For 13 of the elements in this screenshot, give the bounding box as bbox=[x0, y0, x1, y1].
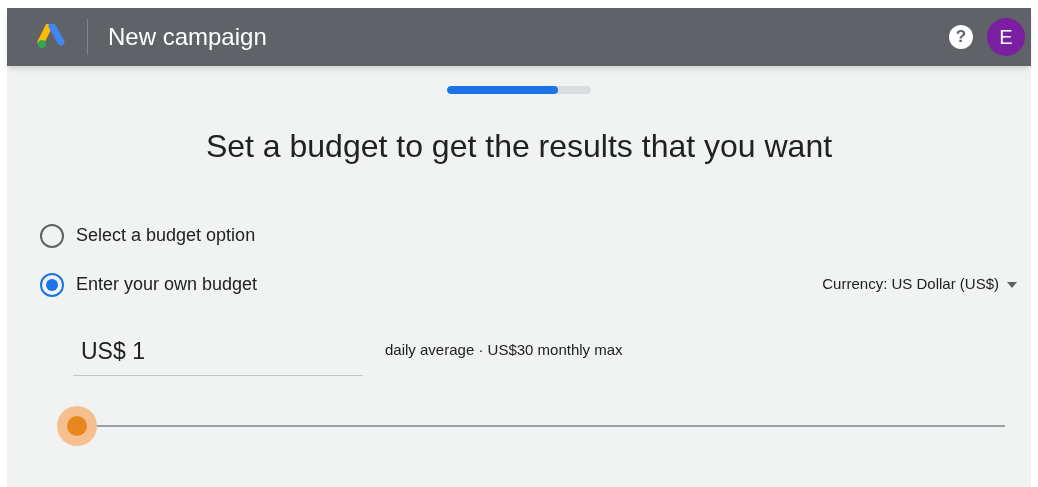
help-button[interactable]: ? bbox=[949, 25, 973, 49]
budget-option-radio[interactable]: Enter your own budget bbox=[40, 271, 258, 298]
slider-thumb[interactable] bbox=[57, 406, 97, 446]
heading: Set a budget to get the results that you want bbox=[204, 127, 834, 166]
slider-track[interactable] bbox=[57, 406, 1005, 446]
budget-field[interactable]: US$ 1 bbox=[73, 328, 363, 376]
currency-dropdown[interactable]: Currency: US Dollar (US$) bbox=[822, 273, 1017, 296]
account-avatar[interactable]: E bbox=[987, 18, 1025, 56]
budget-note: daily average · US$30 monthly max bbox=[385, 339, 623, 360]
budget-option-radio[interactable]: Select a budget option bbox=[40, 222, 256, 249]
logo-icon bbox=[37, 24, 67, 50]
caret-icon bbox=[1007, 281, 1017, 288]
page-title: New campaign bbox=[108, 22, 267, 52]
